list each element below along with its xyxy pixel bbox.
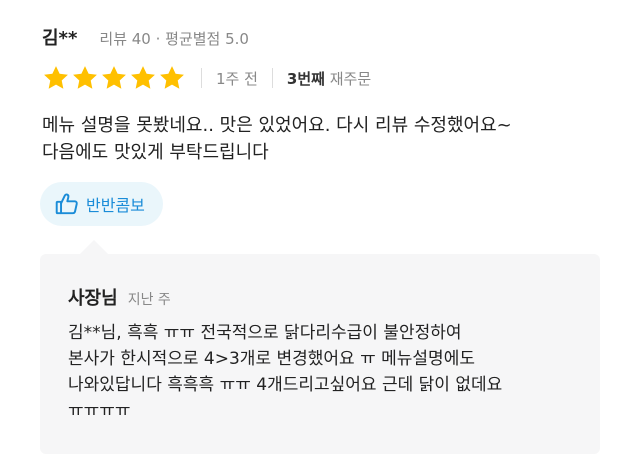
menu-chip[interactable]: 반반콤보 xyxy=(40,182,163,226)
star-icon xyxy=(71,64,99,92)
owner-reply-time: 지난 주 xyxy=(127,292,171,308)
review-date: 1주 전 xyxy=(216,69,258,88)
rating-row: 1주 전 3번째 재주문 xyxy=(42,64,371,92)
reviewer-meta: 리뷰 40 · 평균별점 5.0 xyxy=(99,30,249,48)
reply-bubble-tail xyxy=(80,240,108,254)
review-line: 메뉴 설명을 못봤네요.. 맛은 있었어요. 다시 리뷰 수정했어요~ xyxy=(42,115,512,136)
owner-reply-header: 사장님 지난 주 xyxy=(68,284,171,310)
reviewer-name[interactable]: 김** xyxy=(42,24,77,50)
reply-line: 나와있답니다 흑흑흑 ㅠㅠ 4개드리고싶어요 근데 닭이 없데요 xyxy=(68,375,503,395)
divider xyxy=(201,68,202,88)
divider xyxy=(271,68,273,88)
order-count: 3번째 xyxy=(286,69,325,88)
star-icon xyxy=(129,64,157,92)
review-line: 다음에도 맛있게 부탁드립니다 xyxy=(42,142,269,163)
reply-line: 김**님, 흑흑 ㅠㅠ 전국적으로 닭다리수급이 불안정하여 xyxy=(68,323,462,343)
reviewer-header: 김** 리뷰 40 · 평균별점 5.0 xyxy=(42,24,249,50)
menu-chip-label: 반반콤보 xyxy=(86,196,145,215)
star-icon xyxy=(42,64,70,92)
owner-reply-text: 김**님, 흑흑 ㅠㅠ 전국적으로 닭다리수급이 불안정하여 본사가 한시적으로… xyxy=(68,320,588,424)
reply-line: ㅠㅠㅠㅠ xyxy=(68,401,131,421)
order-suffix: 재주문 xyxy=(329,69,372,88)
star-icon xyxy=(100,64,128,92)
star-icon xyxy=(158,64,186,92)
review-text: 메뉴 설명을 못봤네요.. 맛은 있었어요. 다시 리뷰 수정했어요~ 다음에도… xyxy=(42,112,602,166)
thumbs-up-icon xyxy=(54,191,80,217)
owner-name: 사장님 xyxy=(68,288,118,309)
reorder-badge: 3번째 재주문 xyxy=(287,68,371,89)
star-rating xyxy=(42,64,187,92)
reply-line: 본사가 한시적으로 4>3개로 변경했어요 ㅠ 메뉴설명에도 xyxy=(68,349,475,369)
